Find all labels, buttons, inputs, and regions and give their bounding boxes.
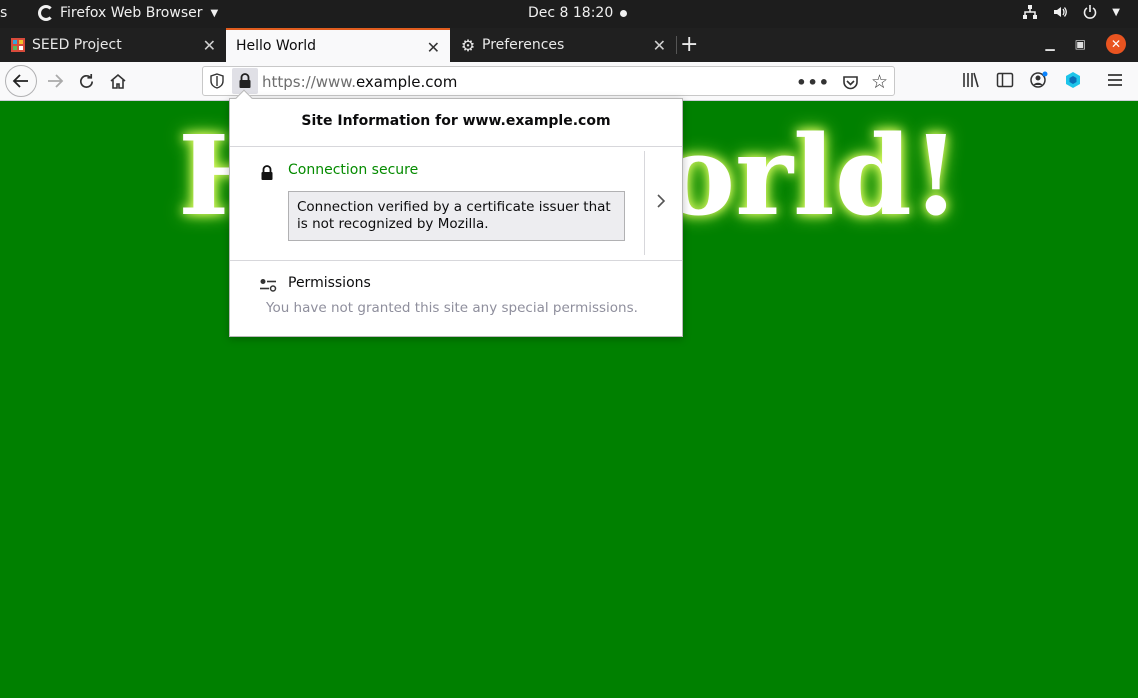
- caret-down-icon: ▼: [210, 7, 219, 19]
- tab-hello-world[interactable]: Hello World ✕: [226, 28, 450, 62]
- system-tray[interactable]: ▼: [1022, 4, 1120, 20]
- url-domain: example.com: [355, 73, 458, 91]
- tab-preferences[interactable]: ⚙ Preferences ✕: [450, 28, 676, 62]
- app-menu[interactable]: Firefox Web Browser ▼: [38, 5, 218, 21]
- home-button[interactable]: [103, 66, 133, 96]
- tab-label: Preferences: [482, 37, 565, 53]
- window-close-button[interactable]: ✕: [1106, 34, 1126, 54]
- new-tab-button[interactable]: +: [680, 32, 698, 57]
- lock-icon: [261, 165, 273, 180]
- page-actions-menu-icon[interactable]: •••: [796, 73, 830, 92]
- notification-dot: [620, 10, 627, 17]
- url-prefix: https://www.: [262, 73, 356, 91]
- window-controls: ▁ ▣ ✕: [1045, 34, 1126, 54]
- app-name: Firefox Web Browser: [60, 5, 203, 21]
- close-tab-icon[interactable]: ✕: [653, 36, 666, 55]
- url-text[interactable]: https://www.example.com: [262, 73, 457, 91]
- connection-status: Connection secure: [288, 162, 419, 178]
- tab-label: Hello World: [236, 38, 317, 54]
- close-tab-icon[interactable]: ✕: [427, 38, 440, 57]
- home-icon: [110, 73, 126, 89]
- sidebar-icon[interactable]: [996, 72, 1014, 88]
- tab-seed-project[interactable]: SEED Project ✕: [0, 28, 226, 62]
- activities-button[interactable]: s: [0, 5, 7, 21]
- page-action-icons: ••• ☆: [796, 71, 888, 93]
- minimize-button[interactable]: ▁: [1045, 37, 1054, 51]
- bookmark-star-icon[interactable]: ☆: [871, 71, 888, 93]
- system-top-bar: s Firefox Web Browser ▼ Dec 8 18:20 ▼: [0, 0, 1138, 28]
- close-tab-icon[interactable]: ✕: [203, 36, 216, 55]
- forward-button[interactable]: [40, 66, 70, 96]
- tab-strip: SEED Project ✕ Hello World ✕ ⚙ Preferenc…: [0, 28, 1138, 62]
- library-icon[interactable]: [962, 72, 980, 88]
- gear-icon: ⚙: [460, 35, 476, 55]
- navigation-toolbar: https://www.example.com ••• ☆: [0, 62, 1138, 101]
- hamburger-menu-icon[interactable]: [1106, 72, 1124, 88]
- url-bar[interactable]: https://www.example.com ••• ☆: [202, 66, 895, 96]
- connection-details-chevron-icon[interactable]: [656, 193, 666, 214]
- reload-button[interactable]: [71, 66, 101, 96]
- tab-separator: [676, 36, 677, 54]
- maximize-button[interactable]: ▣: [1075, 37, 1086, 51]
- connection-note: Connection verified by a certificate iss…: [288, 191, 625, 241]
- panel-title: Site Information for www.example.com: [301, 113, 611, 129]
- toolbar-right-icons: [962, 71, 1124, 89]
- power-icon: [1084, 5, 1097, 19]
- reload-icon: [79, 73, 93, 88]
- extension-icon[interactable]: [1064, 71, 1082, 89]
- permissions-description: You have not granted this site any speci…: [266, 300, 638, 316]
- account-icon[interactable]: [1030, 71, 1048, 89]
- firefox-icon: [38, 5, 54, 21]
- tab-label: SEED Project: [32, 37, 122, 53]
- network-icon: [1023, 5, 1038, 19]
- site-information-panel: Site Information for www.example.com Con…: [229, 89, 683, 337]
- divider: [644, 151, 645, 255]
- back-button[interactable]: [5, 65, 37, 97]
- clock[interactable]: Dec 8 18:20: [528, 5, 613, 21]
- seed-favicon: [10, 37, 26, 53]
- tracking-protection-shield-icon[interactable]: [209, 73, 225, 89]
- divider: [230, 146, 682, 147]
- back-arrow-icon: [12, 74, 28, 88]
- pocket-icon[interactable]: [842, 74, 859, 91]
- permissions-title: Permissions: [288, 275, 371, 291]
- forward-arrow-icon: [48, 74, 64, 88]
- lock-icon: [239, 73, 251, 88]
- chevron-down-icon: ▼: [1112, 6, 1120, 18]
- volume-icon: [1054, 7, 1068, 17]
- divider: [230, 260, 682, 261]
- permissions-icon: [260, 279, 277, 292]
